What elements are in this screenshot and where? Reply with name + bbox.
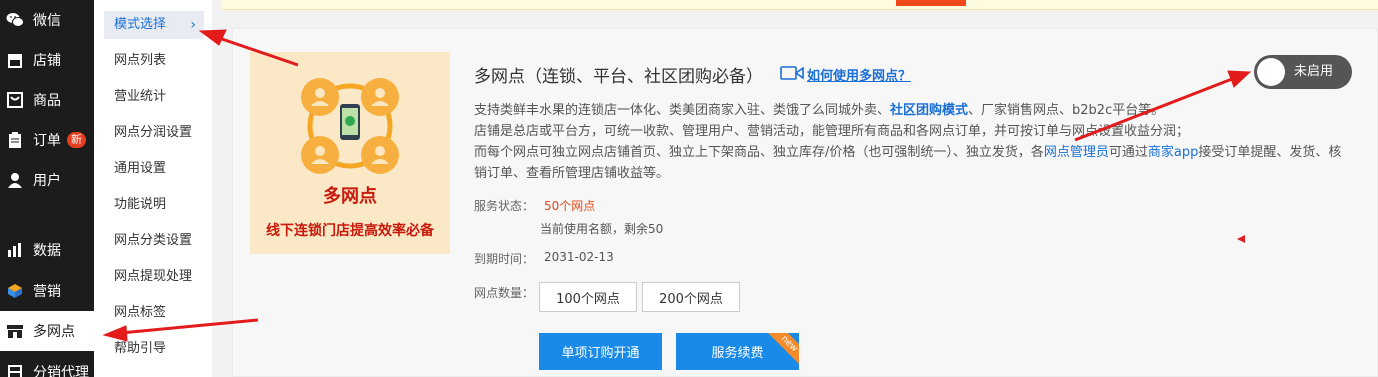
subscribe-button[interactable]: 单项订购开通 (539, 333, 662, 370)
chart-icon (6, 241, 24, 259)
sidebar-item-label: 营销 (33, 284, 61, 300)
notice-bar (222, 0, 1378, 10)
how-to-use-link[interactable]: 如何使用多网点？ (807, 65, 911, 84)
sidebar-item-label: 订单 (33, 133, 61, 149)
quota-text: 当前使用名额，剩余50 (540, 222, 664, 236)
app-root: 微信 店铺 商品 订单 新 用户 数据 营销 多网点 分销代理 模式选择 › 网… (0, 0, 1378, 377)
red-marker-icon (1237, 235, 1245, 243)
submenu-item-help-guide[interactable]: 帮助引导 (104, 335, 204, 363)
sidebar-item-label: 店铺 (33, 53, 61, 69)
sidebar-item-order[interactable]: 订单 新 (0, 120, 94, 160)
renew-button[interactable]: 服务续费 new (676, 333, 799, 370)
feature-hero-image: 多网点 线下连锁门店提高效率必备 (250, 52, 450, 254)
submenu-item-withdrawal[interactable]: 网点提现处理 (104, 263, 204, 291)
submenu-item-profit-settings[interactable]: 网点分润设置 (104, 119, 204, 147)
submenu-item-label: 模式选择 (114, 17, 167, 32)
desc-text: 而每个网点可独立网点店铺首页、独立上下架商品、独立库存/价格（也可强制统一）、独… (474, 145, 1044, 160)
sidebar-item-label: 多网点 (33, 324, 75, 340)
notice-accent (896, 0, 966, 6)
video-icon[interactable] (780, 65, 804, 85)
community-group-link[interactable]: 社区团购模式 (890, 103, 968, 118)
hero-title: 多网点 (323, 186, 377, 207)
sidebar-item-label: 微信 (33, 13, 61, 29)
status-label: 服务状态： (474, 199, 535, 213)
sidebar-item-store[interactable]: 店铺 (0, 40, 94, 80)
new-ribbon: new (767, 333, 799, 366)
sub-menu: 模式选择 › 网点列表 营业统计 网点分润设置 通用设置 功能说明 网点分类设置… (94, 0, 212, 377)
store-icon (6, 51, 24, 69)
sidebar-item-wechat[interactable]: 微信 (0, 0, 94, 40)
store-admin-link[interactable]: 网点管理员 (1044, 145, 1109, 160)
status-value: 50个网点 (544, 199, 596, 213)
description-line-3: 而每个网点可独立网点店铺首页、独立上下架商品、独立库存/价格（也可强制统一）、独… (474, 142, 1354, 163)
submenu-item-feature-docs[interactable]: 功能说明 (104, 191, 204, 219)
hero-subtitle: 线下连锁门店提高效率必备 (266, 223, 434, 239)
multi-store-icon (6, 322, 24, 340)
merchant-app-link[interactable]: 商家app (1148, 145, 1198, 160)
desc-text: 接受订单提醒、发货、核 (1198, 145, 1342, 160)
expire-label: 到期时间： (474, 252, 535, 266)
sidebar-item-goods[interactable]: 商品 (0, 80, 94, 120)
new-badge: 新 (67, 132, 86, 148)
order-icon (6, 131, 24, 149)
toggle-label: 未启用 (1294, 64, 1334, 79)
description-line-1: 支持类鲜丰水果的连锁店一体化、类美团商家入驻、类饿了么同城外卖、社区团购模式、厂… (474, 100, 1354, 121)
distribution-icon (6, 363, 24, 377)
sidebar-item-marketing[interactable]: 营销 (0, 271, 94, 311)
sidebar-item-multi-store[interactable]: 多网点 (0, 311, 94, 351)
main-sidebar: 微信 店铺 商品 订单 新 用户 数据 营销 多网点 分销代理 (0, 0, 94, 377)
desc-text: 支持类鲜丰水果的连锁店一体化、类美团商家入驻、类饿了么同城外卖、 (474, 103, 891, 118)
network-illustration (301, 78, 399, 174)
submenu-item-mode-select[interactable]: 模式选择 › (104, 11, 204, 39)
goods-icon (6, 91, 24, 109)
sidebar-item-label: 分销代理 (33, 365, 89, 377)
submenu-item-category-settings[interactable]: 网点分类设置 (104, 227, 204, 255)
option-200-stores[interactable]: 200个网点 (642, 282, 740, 312)
option-100-stores[interactable]: 100个网点 (539, 282, 637, 312)
sidebar-item-label: 用户 (33, 173, 61, 189)
sidebar-item-label: 数据 (33, 243, 61, 259)
feature-title: 多网点（连锁、平台、社区团购必备） (474, 67, 763, 87)
toggle-knob (1257, 58, 1285, 86)
description-line-2: 店铺是总店或平台方，可统一收款、管理用户、营销活动，能管理所有商品和各网点订单，… (474, 124, 1190, 139)
sidebar-item-distribution[interactable]: 分销代理 (0, 352, 94, 377)
description-line-4: 销订单、查看所管理店铺收益等。 (474, 166, 670, 181)
wechat-icon (6, 11, 24, 29)
submenu-item-business-stats[interactable]: 营业统计 (104, 83, 204, 111)
submenu-item-general-settings[interactable]: 通用设置 (104, 155, 204, 183)
enable-toggle[interactable]: 未启用 (1254, 55, 1352, 89)
desc-text: 、厂家销售网点、b2b2c平台等。 (968, 103, 1165, 118)
sidebar-item-data[interactable]: 数据 (0, 230, 94, 270)
sidebar-item-label: 商品 (33, 93, 61, 109)
desc-text: 可通过 (1108, 145, 1148, 160)
sidebar-item-user[interactable]: 用户 (0, 160, 94, 200)
renew-button-label: 服务续费 (711, 346, 764, 361)
submenu-item-store-tags[interactable]: 网点标签 (104, 299, 204, 327)
expire-value: 2031-02-13 (544, 250, 614, 264)
chevron-right-icon: › (190, 17, 196, 33)
user-icon (6, 171, 24, 189)
submenu-item-store-list[interactable]: 网点列表 (104, 47, 204, 75)
marketing-icon (6, 282, 24, 300)
count-label: 网点数量： (474, 286, 535, 300)
